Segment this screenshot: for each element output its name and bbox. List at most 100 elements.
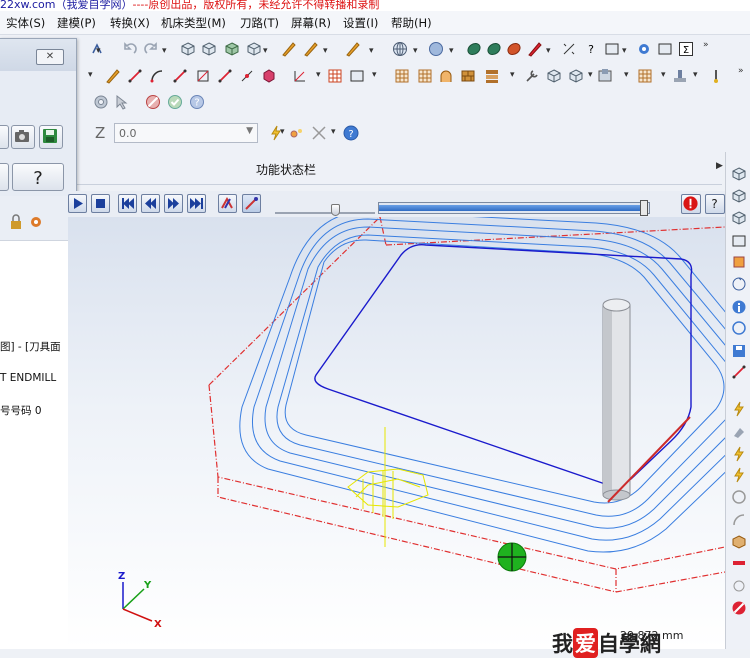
grid-icon[interactable] (327, 68, 343, 84)
play-button[interactable] (68, 194, 87, 213)
fillet-icon[interactable] (172, 68, 188, 84)
view-iso-icon[interactable] (731, 166, 747, 182)
overflow-icon[interactable]: » (703, 40, 709, 50)
chevron-down-icon[interactable]: ▾ (369, 46, 374, 56)
settings-icon[interactable] (28, 214, 44, 230)
stop-button[interactable] (91, 194, 110, 213)
point-icon[interactable] (731, 578, 747, 594)
rewind-start-button[interactable] (118, 194, 137, 213)
menu-solids[interactable]: 实体(S) (6, 15, 45, 31)
leaf-icon[interactable] (466, 41, 482, 57)
info-icon[interactable] (731, 299, 747, 315)
autocursor-icon[interactable] (731, 467, 747, 483)
wall2-icon[interactable] (417, 68, 433, 84)
undo-icon[interactable] (122, 41, 138, 57)
chevron-down-icon[interactable]: ▾ (693, 70, 698, 80)
autocursor-icon[interactable] (731, 401, 747, 417)
menu-help[interactable]: 帮助(H) (391, 15, 432, 31)
save-button[interactable] (39, 125, 63, 149)
machine-icon[interactable] (672, 68, 688, 84)
expand-arrow-icon[interactable]: ▶ (716, 161, 723, 171)
arc-icon[interactable] (731, 512, 747, 528)
forward-end-button[interactable] (187, 194, 206, 213)
chevron-down-icon[interactable]: ▾ (622, 46, 627, 56)
chevron-down-icon[interactable]: ▾ (661, 70, 666, 80)
sphere-icon[interactable] (428, 41, 444, 57)
circle-icon[interactable] (731, 320, 747, 336)
menu-model[interactable]: 建模(P) (57, 15, 96, 31)
sigma-icon[interactable]: Σ (678, 41, 694, 57)
solid-cylinder-icon[interactable] (201, 41, 217, 57)
chevron-down-icon[interactable]: ▾ (263, 46, 268, 56)
snap-icon[interactable] (731, 254, 747, 270)
menu-machine[interactable]: 机床类型(M) (161, 15, 226, 31)
cursor-snap-icon[interactable] (114, 94, 130, 110)
solid-box-icon[interactable] (180, 41, 196, 57)
analyze-icon[interactable] (731, 364, 747, 380)
measure-icon[interactable] (561, 41, 577, 57)
view-top-icon[interactable] (731, 188, 747, 204)
help-button[interactable]: ? (12, 163, 64, 191)
step-back-button[interactable] (141, 194, 160, 213)
trim-icon[interactable] (239, 68, 255, 84)
pen-icon[interactable] (281, 41, 297, 57)
grid-lock-icon[interactable] (93, 94, 109, 110)
speed-slider-track[interactable] (275, 212, 375, 214)
point-icon[interactable] (105, 68, 121, 84)
solid-red-icon[interactable] (261, 68, 277, 84)
menu-screen[interactable]: 屏幕(R) (291, 15, 331, 31)
chamfer-icon[interactable] (195, 68, 211, 84)
rotate-icon[interactable] (731, 276, 747, 292)
view-front-icon[interactable] (731, 210, 747, 226)
leaf-dark-icon[interactable] (486, 41, 502, 57)
stop-record-button[interactable] (681, 194, 701, 214)
dialog-button-edge[interactable] (0, 125, 9, 149)
dialog-button-edge[interactable] (0, 163, 9, 191)
camera-button[interactable] (11, 125, 35, 149)
transform-icon[interactable] (292, 68, 308, 84)
double-pen-icon[interactable] (303, 41, 319, 57)
cancel-icon[interactable] (731, 600, 747, 616)
z-depth-input[interactable]: 0.0 ▼ (114, 123, 258, 143)
save-icon[interactable] (731, 343, 747, 359)
list-icon[interactable] (604, 41, 620, 57)
analyze-icon[interactable]: ? (583, 41, 599, 57)
stack-icon[interactable] (484, 68, 500, 84)
progress-knob[interactable] (639, 200, 648, 216)
edit-pen-icon[interactable] (345, 41, 361, 57)
chevron-down-icon[interactable]: ▾ (372, 70, 377, 80)
cancel-icon[interactable] (145, 94, 161, 110)
run-mode-button[interactable] (242, 194, 261, 213)
pen-red-icon[interactable] (527, 41, 543, 57)
menu-settings[interactable]: 设置(I) (343, 15, 378, 31)
chevron-down-icon[interactable]: ▾ (624, 70, 629, 80)
chevron-down-icon[interactable]: ▾ (323, 46, 328, 56)
window-icon[interactable] (731, 233, 747, 249)
globe-icon[interactable] (392, 41, 408, 57)
gear-icon[interactable] (636, 41, 652, 57)
speed-slider-thumb[interactable] (331, 204, 340, 216)
chevron-down-icon[interactable]: ▾ (162, 46, 167, 56)
redo-icon[interactable] (143, 41, 159, 57)
backplot-progress-bar[interactable] (378, 200, 650, 216)
chevron-down-icon[interactable]: ▾ (88, 70, 93, 80)
close-icon[interactable]: ✕ (36, 49, 64, 65)
point-settings-icon[interactable] (288, 125, 304, 141)
help-circle-icon[interactable]: ? (343, 125, 359, 141)
cube-icon[interactable] (731, 534, 747, 550)
chevron-down-icon[interactable]: ▾ (510, 70, 515, 80)
graphics-viewport[interactable]: Z Y X (68, 217, 725, 649)
autocursor-icon[interactable] (731, 446, 747, 462)
line-icon[interactable] (127, 68, 143, 84)
layer-icon[interactable] (637, 68, 653, 84)
bar-icon[interactable] (731, 555, 747, 571)
arch-icon[interactable] (438, 68, 454, 84)
stock-icon[interactable] (597, 68, 613, 84)
wall-icon[interactable] (394, 68, 410, 84)
chevron-down-icon[interactable]: ▼ (246, 126, 253, 136)
offset-icon[interactable] (217, 68, 233, 84)
step-forward-button[interactable] (164, 194, 183, 213)
clear-icon[interactable] (731, 424, 747, 440)
chevron-down-icon[interactable]: ▾ (96, 46, 101, 56)
solid-sphere-icon[interactable] (224, 41, 240, 57)
